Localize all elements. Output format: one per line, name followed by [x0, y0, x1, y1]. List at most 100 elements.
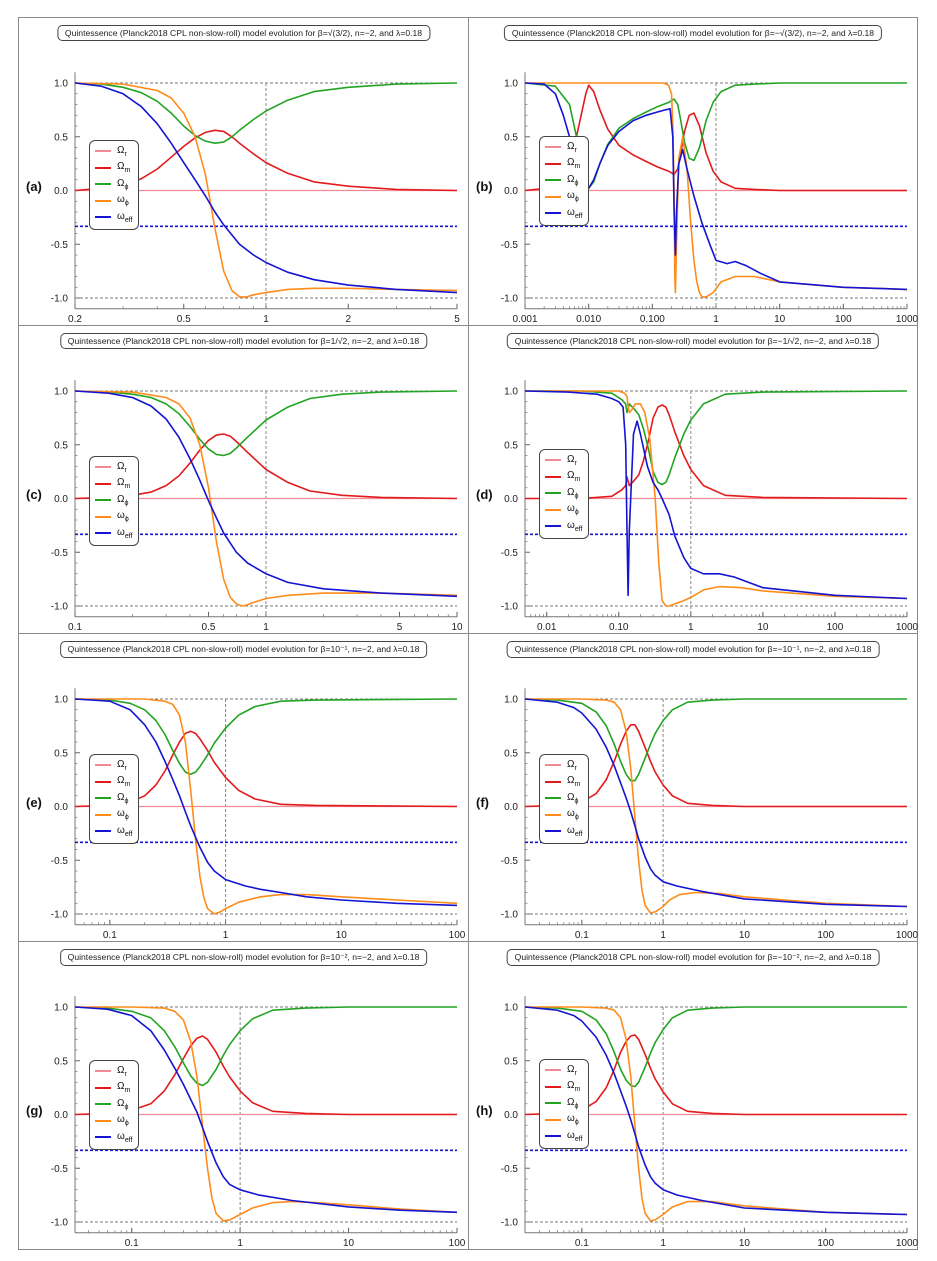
legend-entry: Ωϕ [95, 1096, 132, 1113]
chart-panel-c: Quintessence (Planck2018 CPL non-slow-ro… [18, 325, 469, 634]
legend-entry: Ωϕ [95, 176, 132, 193]
legend-entry: ωeff [545, 823, 582, 840]
legend-swatch [545, 1118, 561, 1121]
legend-entry: Ωϕ [95, 492, 132, 509]
x-tick-label: 1 [263, 622, 269, 633]
x-tick-label: 0.10 [609, 622, 629, 633]
legend-subscript: eff [124, 1136, 133, 1144]
legend-swatch [545, 1085, 561, 1088]
x-tick-label: 100 [817, 1238, 834, 1249]
x-tick-label: 0.100 [640, 314, 665, 325]
legend: Ωr Ωm Ωϕ ωϕ ωeff [539, 449, 590, 539]
y-tick-label: -1.0 [51, 910, 69, 921]
y-tick-label: 1.0 [504, 695, 518, 706]
legend-entry: Ωr [95, 459, 132, 476]
x-tick-label: 1000 [896, 930, 919, 941]
chart-panel-f: Quintessence (Planck2018 CPL non-slow-ro… [468, 633, 919, 942]
legend-swatch [545, 459, 561, 462]
y-tick-label: 0.5 [54, 132, 68, 143]
x-tick-label: 0.2 [68, 314, 82, 325]
x-tick-label: 0.01 [537, 622, 557, 633]
legend-swatch [545, 1135, 561, 1138]
legend-symbol: ω [117, 1130, 125, 1142]
legend-subscript: r [574, 1069, 577, 1077]
x-tick-label: 10 [774, 314, 786, 325]
legend-symbol: ω [567, 1129, 575, 1141]
legend-symbol: ω [117, 1114, 125, 1126]
legend-label: Ωr [117, 461, 127, 474]
legend-symbol: ω [117, 526, 125, 538]
legend-subscript: m [124, 1087, 131, 1095]
y-tick-label: 0.5 [54, 1056, 68, 1067]
legend-label: Ωm [567, 157, 580, 170]
legend-entry: Ωr [545, 1062, 582, 1079]
legend-subscript: ϕ [574, 179, 579, 187]
legend-swatch [95, 1070, 111, 1073]
legend-entry: ωϕ [95, 193, 132, 210]
legend-swatch [95, 1086, 111, 1089]
y-tick-label: 0.5 [504, 1056, 518, 1067]
legend-subscript: r [124, 466, 127, 474]
legend-subscript: r [574, 459, 577, 467]
y-tick-label: 0.5 [54, 440, 68, 451]
legend-subscript: m [574, 476, 581, 484]
legend-entry: Ωϕ [95, 790, 132, 807]
legend-subscript: r [574, 764, 577, 772]
legend-entry: ωϕ [545, 807, 582, 824]
y-tick-label: 0.0 [54, 186, 68, 197]
legend-entry: ωϕ [95, 807, 132, 824]
legend-subscript: r [124, 150, 127, 158]
legend-label: Ωϕ [567, 1097, 578, 1110]
x-tick-label: 1 [660, 930, 666, 941]
legend-entry: Ωϕ [545, 172, 582, 189]
x-tick-label: 1 [688, 622, 694, 633]
chart-panel-a: Quintessence (Planck2018 CPL non-slow-ro… [18, 17, 469, 326]
y-tick-label: 1.0 [504, 1003, 518, 1014]
x-tick-label: 1 [660, 1238, 666, 1249]
legend-subscript: m [124, 483, 131, 491]
x-tick-label: 5 [397, 622, 403, 633]
legend-swatch [545, 1069, 561, 1072]
legend-symbol: ω [117, 510, 125, 522]
legend-label: ωϕ [567, 190, 579, 203]
y-tick-label: -0.5 [501, 856, 519, 867]
legend-entry: Ωr [545, 139, 582, 156]
legend: Ωr Ωm Ωϕ ωϕ ωeff [89, 754, 140, 844]
x-tick-label: 1000 [896, 1238, 919, 1249]
legend-swatch [95, 1119, 111, 1122]
legend-swatch [545, 162, 561, 165]
legend-swatch [545, 475, 561, 478]
legend-label: Ωϕ [117, 792, 128, 805]
y-tick-label: 1.0 [54, 695, 68, 706]
legend-symbol: ω [567, 206, 575, 218]
x-tick-label: 10 [336, 930, 348, 941]
legend-swatch [95, 499, 111, 502]
legend-swatch [545, 525, 561, 528]
x-tick-label: 2 [345, 314, 351, 325]
legend-entry: ωeff [545, 1128, 582, 1145]
legend-entry: ωϕ [95, 1113, 132, 1130]
legend-swatch [545, 195, 561, 198]
legend-label: ωϕ [117, 194, 129, 207]
chart-panel-b: Quintessence (Planck2018 CPL non-slow-ro… [468, 17, 919, 326]
chart-svg: 0.11101001.00.50.0-0.5-1.0a [51, 996, 466, 1249]
legend-swatch [545, 212, 561, 215]
legend-label: Ωr [567, 759, 577, 772]
legend-entry: Ωr [95, 757, 132, 774]
x-tick-label: 100 [827, 622, 844, 633]
legend-subscript: ϕ [574, 196, 579, 204]
legend-subscript: r [124, 1070, 127, 1078]
legend-swatch [95, 150, 111, 153]
legend-label: Ωr [117, 1065, 127, 1078]
chart-svg: 0.11101001.00.50.0-0.5-1.0a [51, 688, 466, 941]
y-tick-label: 0.0 [504, 186, 518, 197]
y-tick-label: -1.0 [501, 1218, 519, 1229]
legend-entry: ωeff [545, 205, 582, 222]
legend-label: ωeff [117, 527, 132, 540]
y-tick-label: 0.0 [504, 802, 518, 813]
legend-label: ωeff [117, 825, 132, 838]
legend-swatch [95, 183, 111, 186]
legend-entry: Ωm [95, 160, 132, 177]
legend-swatch [95, 216, 111, 219]
legend-symbol: ω [567, 808, 575, 820]
